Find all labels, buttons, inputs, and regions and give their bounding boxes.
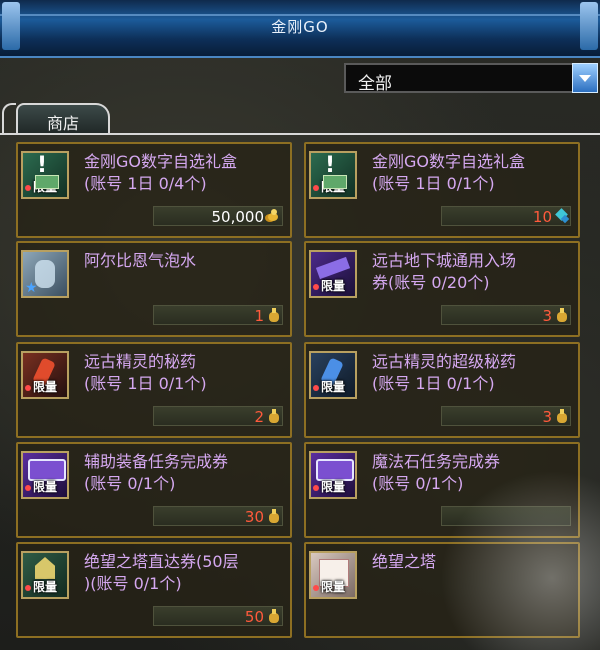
scroll-icon: 限量 xyxy=(309,551,357,599)
chevron-down-icon[interactable] xyxy=(572,63,598,93)
price-bar: 50 xyxy=(153,606,283,626)
limited-badge: 限量 xyxy=(313,277,345,294)
price-bar: 3 xyxy=(441,305,571,325)
item-price: 3 xyxy=(542,408,552,426)
gem-icon xyxy=(554,208,569,224)
category-dropdown[interactable]: 全部 xyxy=(344,63,598,94)
tab-divider xyxy=(0,133,600,135)
tab-frame-left xyxy=(2,103,16,133)
item-name: 远古地下城通用入场 券(账号 0/20个) xyxy=(372,251,517,292)
potion-icon: 限量 xyxy=(21,351,69,399)
gift-box-icon: 限量 xyxy=(21,151,69,199)
watermark-overlay xyxy=(440,470,600,650)
shop-item[interactable]: 限量 金刚GO数字自选礼盒 (账号 1日 0/4个) 50,000 xyxy=(16,142,292,238)
quest-ticket-icon: 限量 xyxy=(21,451,69,499)
coin-bag-icon xyxy=(266,307,281,323)
tab-shop-label: 商店 xyxy=(46,114,79,133)
limited-badge: 限量 xyxy=(313,178,345,195)
dungeon-ticket-icon: 限量 xyxy=(309,250,357,298)
limited-badge: 限量 xyxy=(25,478,57,495)
coin-bag-icon xyxy=(554,307,569,323)
title-bar[interactable]: 金刚GO xyxy=(0,0,600,58)
shop-item[interactable]: 限量 远古精灵的秘药 (账号 1日 0/1个) 2 xyxy=(16,342,292,438)
price-bar: 30 xyxy=(153,506,283,526)
gold-coin-icon xyxy=(266,209,281,223)
coin-bag-icon xyxy=(266,508,281,524)
item-name: 金刚GO数字自选礼盒 (账号 1日 0/1个) xyxy=(372,152,525,193)
coin-bag-icon xyxy=(266,408,281,424)
coin-bag-icon xyxy=(266,608,281,624)
limited-badge: 限量 xyxy=(25,578,57,595)
limited-badge: 限量 xyxy=(25,378,57,395)
shop-item[interactable]: 限量 辅助装备任务完成券 (账号 0/1个) 30 xyxy=(16,442,292,538)
limited-badge: 限量 xyxy=(25,178,57,195)
tower-ticket-icon: 限量 xyxy=(21,551,69,599)
bubble-water-icon xyxy=(21,250,69,298)
super-potion-icon: 限量 xyxy=(309,351,357,399)
item-price: 30 xyxy=(244,508,264,526)
item-name: 金刚GO数字自选礼盒 (账号 1日 0/4个) xyxy=(84,152,237,193)
price-bar: 2 xyxy=(153,406,283,426)
item-name: 远古精灵的秘药 (账号 1日 0/1个) xyxy=(84,352,207,393)
item-name: 辅助装备任务完成券 (账号 0/1个) xyxy=(84,452,229,493)
item-name: 远古精灵的超级秘药 (账号 1日 0/1个) xyxy=(372,352,517,393)
limited-badge: 限量 xyxy=(313,378,345,395)
item-price: 2 xyxy=(254,408,264,426)
item-price: 1 xyxy=(254,307,264,325)
shop-item[interactable]: 阿尔比恩气泡水 1 xyxy=(16,241,292,337)
limited-badge: 限量 xyxy=(313,578,345,595)
price-bar: 50,000 xyxy=(153,206,283,226)
item-price: 10 xyxy=(532,208,552,226)
price-bar: 3 xyxy=(441,406,571,426)
shop-item[interactable]: 限量 远古精灵的超级秘药 (账号 1日 0/1个) 3 xyxy=(304,342,580,438)
coin-bag-icon xyxy=(554,408,569,424)
category-dropdown-value: 全部 xyxy=(358,74,392,94)
limited-badge: 限量 xyxy=(313,478,345,495)
item-name: 绝望之塔直达券(50层 )(账号 0/1个) xyxy=(84,552,239,593)
shop-item[interactable]: 限量 远古地下城通用入场 券(账号 0/20个) 3 xyxy=(304,241,580,337)
shop-item[interactable]: 限量 金刚GO数字自选礼盒 (账号 1日 0/1个) 10 xyxy=(304,142,580,238)
tab-shop[interactable]: 商店 xyxy=(16,103,110,135)
item-price: 3 xyxy=(542,307,552,325)
item-price: 50 xyxy=(244,608,264,626)
item-name: 阿尔比恩气泡水 xyxy=(84,251,197,270)
price-bar: 10 xyxy=(441,206,571,226)
item-price: 50,000 xyxy=(211,208,265,226)
price-bar: 1 xyxy=(153,305,283,325)
shop-item[interactable]: 限量 绝望之塔直达券(50层 )(账号 0/1个) 50 xyxy=(16,542,292,638)
gift-box-icon: 限量 xyxy=(309,151,357,199)
quest-ticket-icon: 限量 xyxy=(309,451,357,499)
window-title: 金刚GO xyxy=(271,18,329,36)
